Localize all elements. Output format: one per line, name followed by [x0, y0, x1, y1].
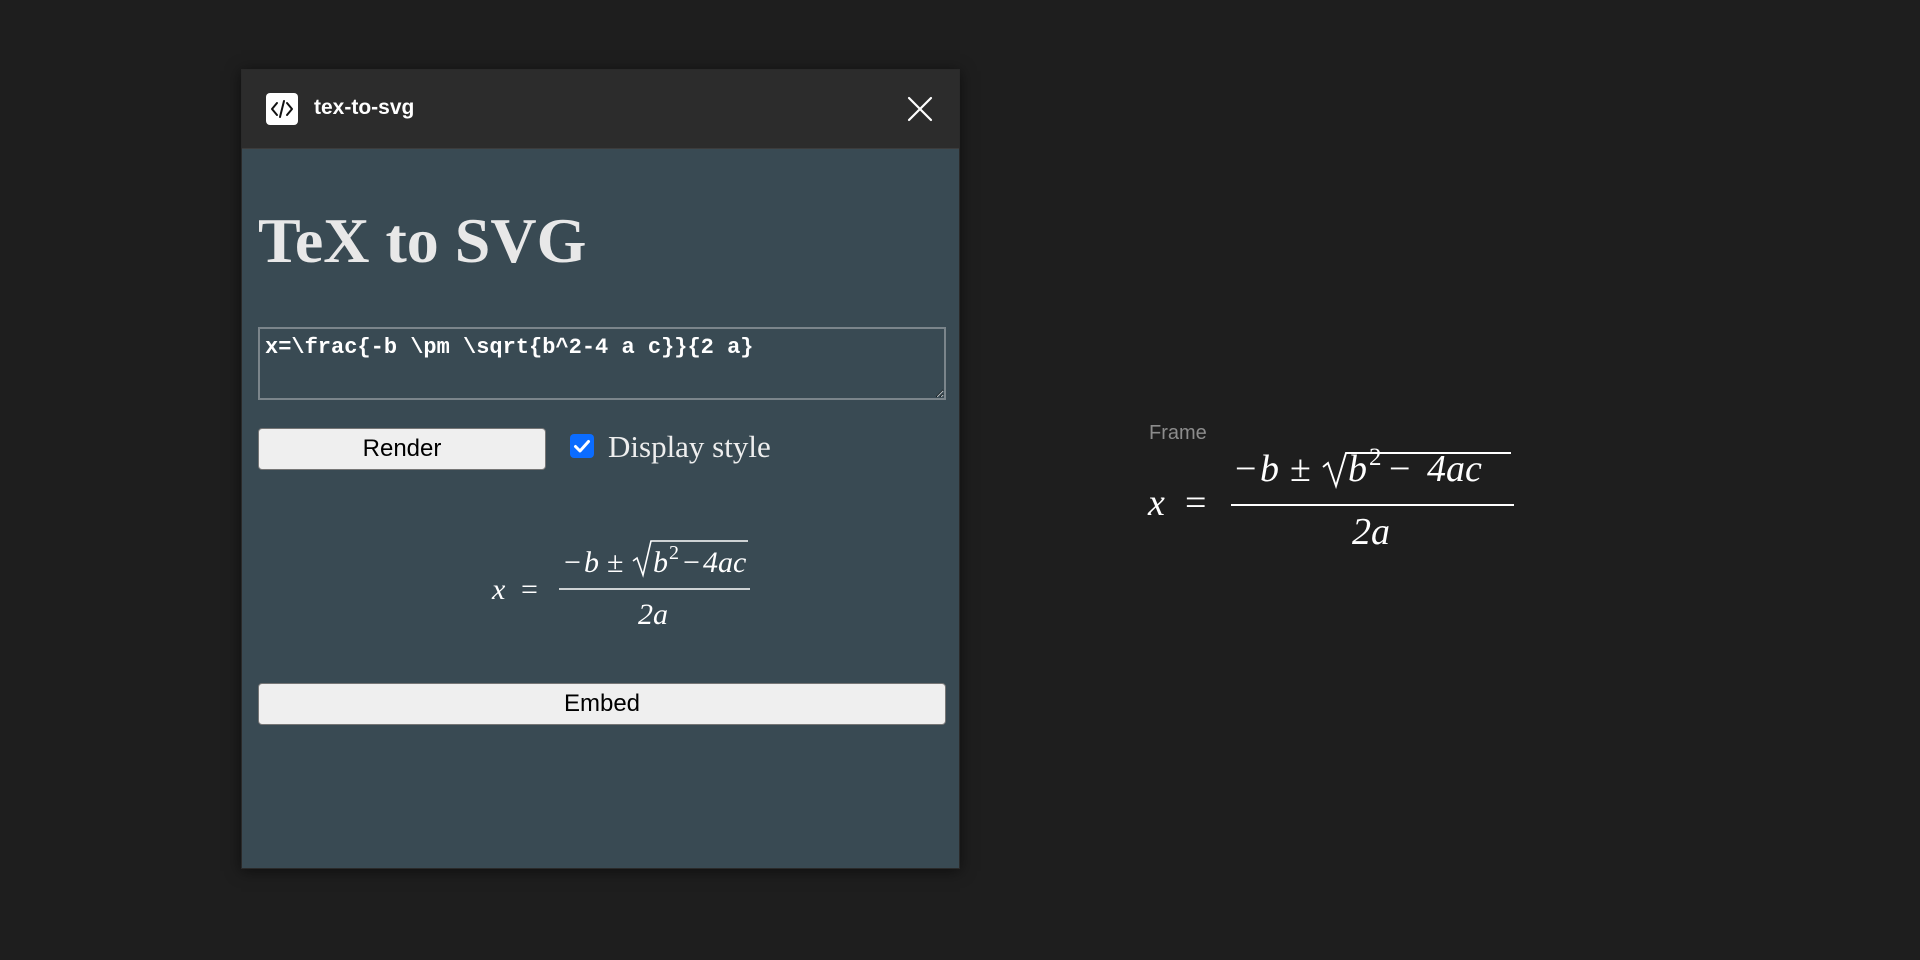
frame-equation[interactable]: x = − b ± b 2 − 4ac 2a: [1143, 441, 1523, 555]
display-style-label: Display style: [608, 429, 771, 464]
title-bar: tex-to-svg: [242, 70, 959, 149]
equation-lhs: x: [491, 573, 506, 606]
plus-minus: ±: [607, 546, 623, 579]
frame-numerator-b: b: [1260, 448, 1279, 490]
checkmark-icon: [574, 440, 590, 453]
frame-plus-minus: ±: [1290, 448, 1311, 490]
close-icon: [907, 96, 933, 122]
window-title: tex-to-svg: [314, 96, 415, 119]
code-icon: [266, 93, 298, 125]
frame-denominator: 2a: [1352, 511, 1390, 553]
close-button[interactable]: [905, 94, 935, 124]
numerator-minus: −: [564, 546, 581, 579]
denominator: 2a: [638, 598, 668, 631]
tex-input[interactable]: [258, 327, 946, 400]
plugin-body: TeX to SVG Render Display style x = − b …: [242, 149, 959, 868]
equation-equals: =: [521, 573, 538, 606]
page-title: TeX to SVG: [258, 205, 587, 276]
radicand-b: b: [653, 546, 668, 579]
radicand-rest: 4ac: [703, 546, 746, 579]
exponent: 2: [669, 542, 679, 564]
frame-exponent: 2: [1369, 444, 1382, 471]
frame-radicand-b: b: [1348, 448, 1367, 490]
frame-label[interactable]: Frame: [1149, 423, 1207, 443]
equation-preview: x = − b ± b 2 − 4ac 2a: [491, 540, 750, 631]
frame-radicand-minus: −: [1389, 448, 1410, 490]
numerator-b: b: [584, 546, 599, 579]
frame-radicand-rest: 4ac: [1427, 448, 1482, 490]
frame-equation-lhs: x: [1147, 482, 1165, 524]
plugin-window: tex-to-svg TeX to SVG Render Display sty…: [241, 69, 960, 869]
embed-button[interactable]: Embed: [258, 683, 946, 725]
frame-numerator-minus: −: [1235, 448, 1256, 490]
frame-equation-equals: =: [1185, 482, 1206, 524]
radicand-minus: −: [683, 546, 700, 579]
display-style-checkbox[interactable]: [570, 434, 594, 458]
render-button[interactable]: Render: [258, 428, 546, 470]
